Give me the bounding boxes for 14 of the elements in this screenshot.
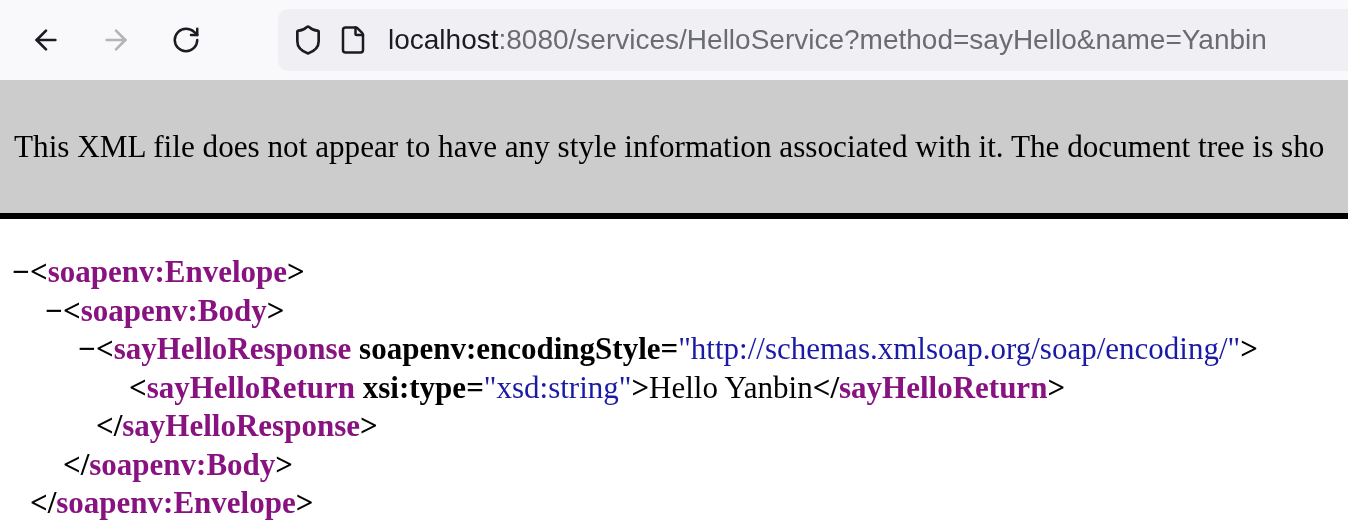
xml-line: <soapenv:Envelope> <box>30 254 305 291</box>
collapse-toggle[interactable]: − <box>78 331 96 368</box>
xml-line: <soapenv:Body> <box>63 292 285 329</box>
banner-text: This XML file does not appear to have any style information associated with it. The document tree is sho <box>14 128 1325 165</box>
reload-icon <box>171 25 201 55</box>
collapse-toggle[interactable]: − <box>12 254 30 291</box>
xml-line: <sayHelloReturn xsi:type="xsd:string">Hello Yanbin</sayHelloReturn> <box>129 369 1066 406</box>
xml-line: </soapenv:Body> <box>63 446 293 483</box>
xml-line: </sayHelloResponse> <box>96 408 378 445</box>
collapse-toggle[interactable]: − <box>45 292 63 329</box>
address-bar[interactable]: localhost:8080/services/HelloService?method=sayHello&name=Yanbin <box>278 9 1348 71</box>
xml-line: </soapenv:Envelope> <box>30 485 314 522</box>
xml-line: <sayHelloResponse soapenv:encodingStyle="http://schemas.xmlsoap.org/soap/encoding/"> <box>96 331 1258 368</box>
url-text: localhost:8080/services/HelloService?method=sayHello&name=Yanbin <box>388 24 1267 56</box>
